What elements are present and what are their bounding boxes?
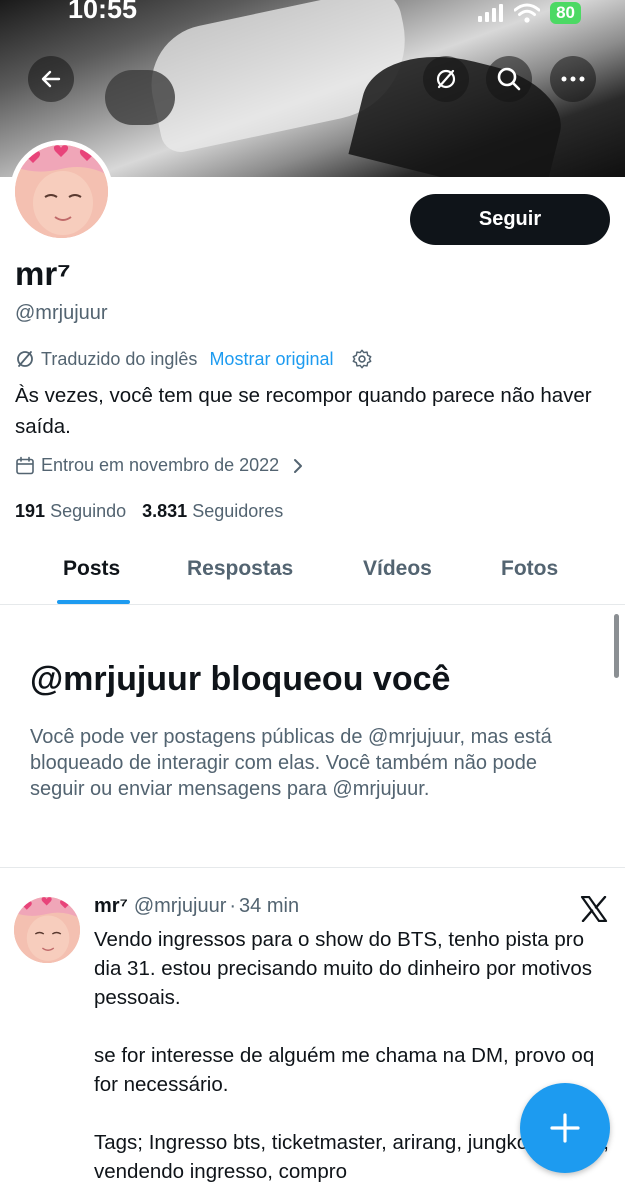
compose-post-button[interactable] [520, 1083, 610, 1173]
battery-indicator: 80 [550, 2, 581, 24]
status-icons: 80 [478, 2, 581, 24]
show-original-link[interactable]: Mostrar original [209, 349, 333, 370]
status-bar: 10:55 80 [0, 0, 625, 26]
tab-respostas[interactable]: Respostas [187, 557, 293, 581]
followers-stat[interactable]: 3.831 Seguidores [142, 501, 283, 522]
back-button[interactable] [28, 56, 74, 102]
followers-count: 3.831 [142, 501, 188, 521]
post-author-name[interactable]: mr⁷ [94, 895, 128, 918]
follow-stats: 191 Seguindo 3.831 Seguidores [15, 501, 283, 522]
post-header: mr⁷ @mrjujuur · 34 min [94, 895, 299, 918]
more-options-button[interactable] [550, 56, 596, 102]
status-time: 10:55 [68, 0, 138, 24]
avatar-illustration [15, 145, 108, 238]
followers-label: Seguidores [192, 501, 284, 521]
gear-icon[interactable] [351, 348, 373, 370]
divider [0, 867, 625, 868]
profile-avatar[interactable] [10, 140, 113, 243]
translate-off-icon [436, 69, 456, 89]
joined-label: Entrou em novembro de 2022 [41, 455, 280, 475]
scrollbar[interactable] [614, 614, 619, 678]
more-horizontal-icon [561, 76, 585, 82]
chevron-right-icon [294, 458, 303, 473]
signal-icon [478, 4, 504, 22]
wifi-icon [514, 3, 541, 23]
arrow-left-icon [41, 70, 61, 88]
translated-label: Traduzido do inglês [41, 348, 198, 369]
blocked-notice-title: @mrjujuur bloqueou você [30, 660, 451, 698]
profile-tabs: Posts Respostas Vídeos Fotos [0, 545, 625, 605]
plus-icon [550, 1113, 580, 1143]
search-button[interactable] [486, 56, 532, 102]
translation-row: Traduzido do inglês Mostrar original [15, 348, 373, 370]
profile-display-name: mr⁷ [15, 255, 71, 292]
following-label: Seguindo [50, 501, 127, 521]
joined-date[interactable]: Entrou em novembro de 2022 [15, 455, 305, 476]
x-logo-icon [580, 896, 608, 922]
calendar-icon [16, 456, 34, 474]
post-separator: · [229, 895, 237, 917]
avatar-illustration [14, 897, 80, 963]
blocked-notice-text: Você pode ver postagens públicas de @mrj… [30, 726, 552, 800]
follow-button[interactable]: Seguir [410, 194, 610, 245]
avatar-image [15, 145, 108, 238]
tab-videos[interactable]: Vídeos [363, 557, 432, 581]
post-avatar[interactable] [14, 897, 80, 963]
tab-fotos[interactable]: Fotos [501, 557, 558, 581]
active-tab-indicator [57, 600, 130, 604]
profile-bio: Às vezes, você tem que se recompor quand… [15, 384, 592, 438]
translate-off-icon [17, 351, 33, 367]
following-stat[interactable]: 191 Seguindo [15, 501, 126, 522]
profile-handle: @mrjujuur [15, 302, 108, 324]
translate-toggle-button[interactable] [423, 56, 469, 102]
post-author-handle[interactable]: @mrjujuur [134, 895, 227, 918]
banner-image-detail [105, 70, 175, 125]
post-timestamp[interactable]: 34 min [239, 895, 299, 918]
search-icon [497, 67, 521, 91]
following-count: 191 [15, 501, 46, 521]
tab-posts[interactable]: Posts [63, 557, 120, 581]
